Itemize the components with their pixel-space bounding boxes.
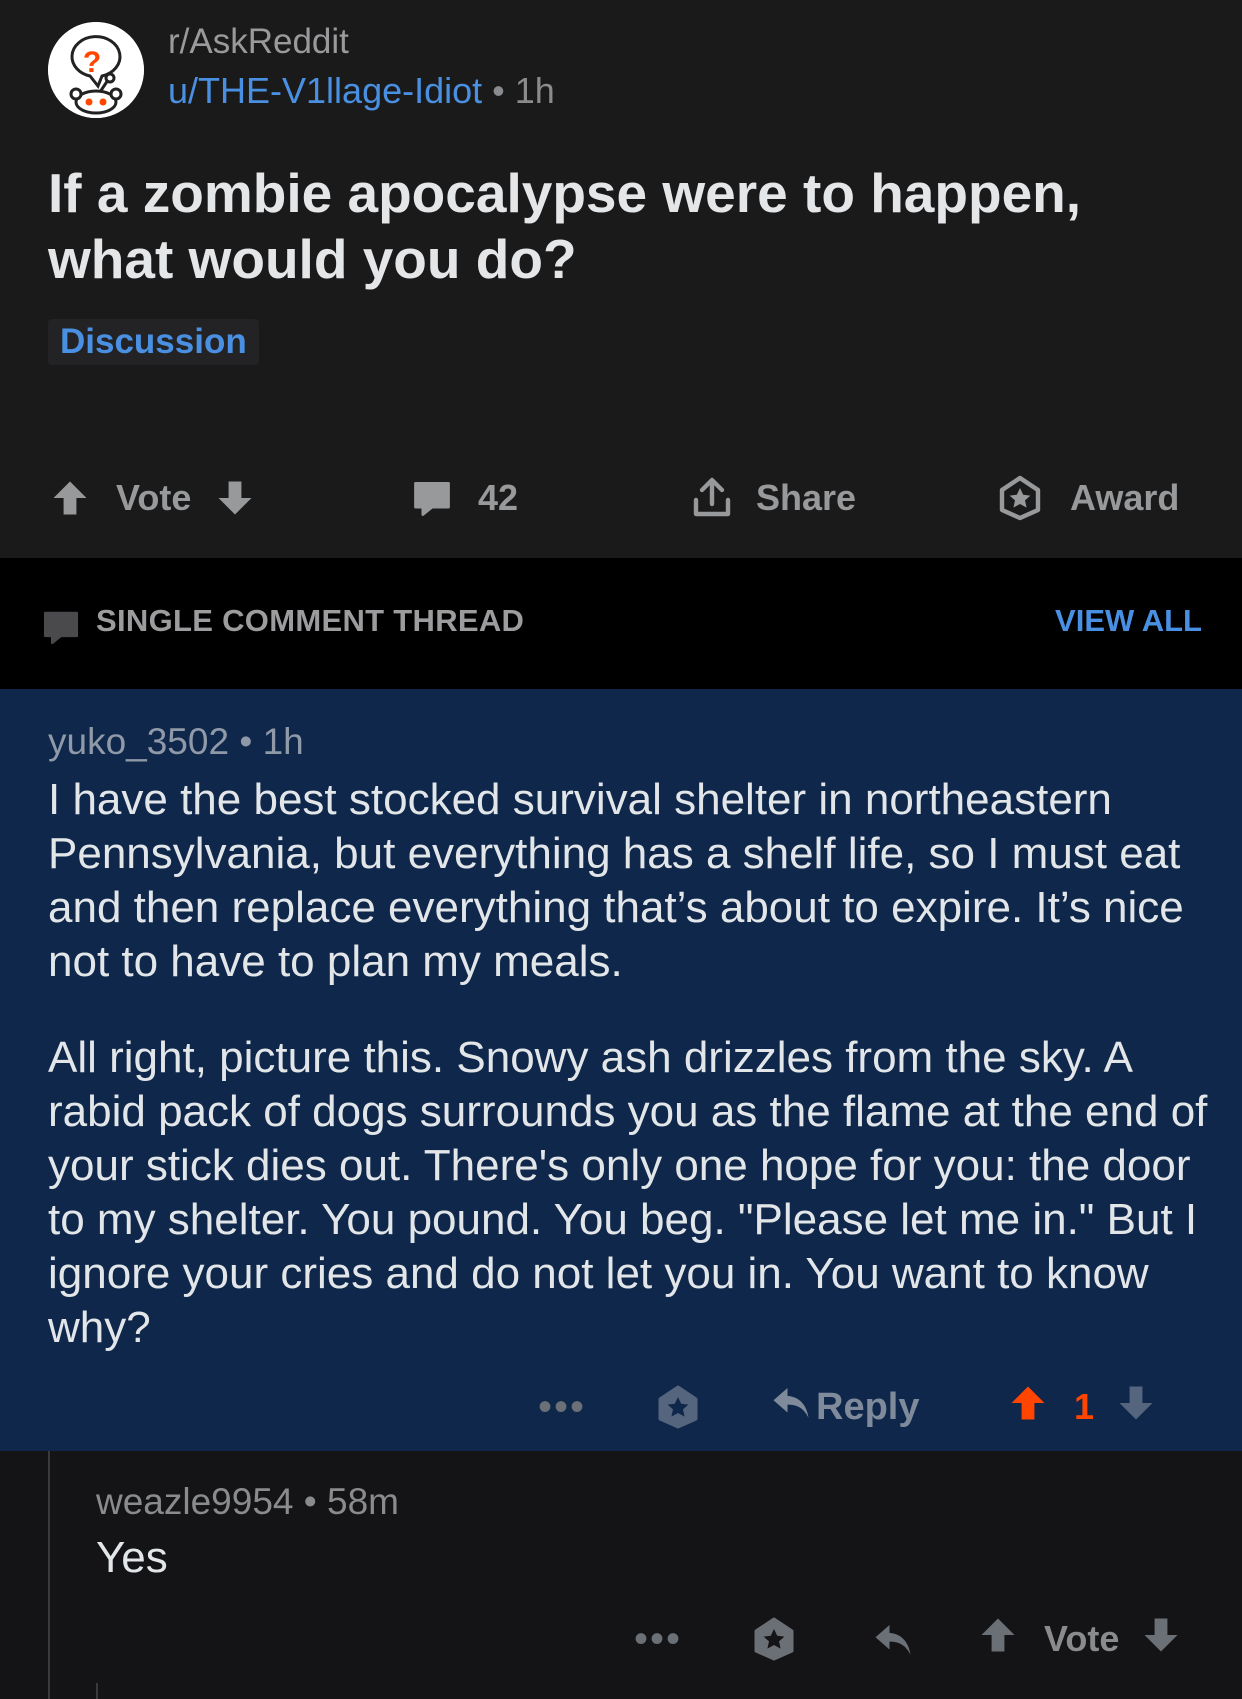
vote-control: Vote	[48, 470, 257, 526]
post-meta: u/THE-V1llage-Idiot • 1h	[168, 70, 555, 112]
upvote-icon[interactable]	[1006, 1381, 1050, 1434]
thread-line[interactable]	[96, 1683, 98, 1699]
single-thread-bar: SINGLE COMMENT THREAD VIEW ALL	[0, 558, 1242, 689]
award-label: Award	[1070, 477, 1180, 518]
meta-separator: •	[229, 721, 263, 762]
reply-icon[interactable]	[872, 1618, 914, 1665]
post-action-bar: Vote 42 Share Award	[0, 470, 1242, 526]
comment-icon	[40, 606, 82, 653]
comment-score: 1	[1074, 1386, 1095, 1427]
reply-comment: weazle9954 • 58m Yes ••• Vote	[0, 1451, 1242, 1699]
comment-author[interactable]: weazle9954	[96, 1481, 293, 1522]
post-title: If a zombie apocalypse were to happen, w…	[48, 162, 1082, 290]
comments-button[interactable]: 42	[410, 470, 518, 526]
meta-separator: •	[482, 70, 515, 111]
comment-icon	[410, 476, 454, 520]
share-icon	[688, 474, 736, 522]
award-button[interactable]: Award	[996, 470, 1179, 526]
comment-action-bar: ••• Reply 1	[0, 1379, 1242, 1435]
share-label: Share	[756, 477, 857, 518]
downvote-icon[interactable]	[213, 476, 257, 520]
reply-icon	[770, 1381, 812, 1433]
comment-meta: weazle9954 • 58m	[96, 1481, 399, 1523]
vote-label: Vote	[116, 477, 192, 518]
downvote-icon[interactable]	[1139, 1613, 1183, 1666]
share-button[interactable]: Share	[688, 470, 856, 526]
more-options-icon[interactable]: •••	[538, 1379, 586, 1435]
comment-age: 1h	[262, 721, 304, 762]
askreddit-logo-icon: ?	[48, 22, 144, 118]
thread-label: SINGLE COMMENT THREAD	[96, 603, 525, 638]
post-flair[interactable]: Discussion	[48, 319, 259, 365]
reply-button[interactable]: Reply	[770, 1379, 919, 1435]
comment-action-bar: ••• Vote	[0, 1611, 1242, 1667]
comment-paragraph: All right, picture this. Snowy ash drizz…	[48, 1033, 1208, 1352]
comment-age: 58m	[327, 1481, 399, 1522]
subreddit-avatar[interactable]: ?	[48, 22, 144, 118]
highlighted-comment: yuko_3502 • 1h I have the best stocked s…	[0, 689, 1242, 1451]
svg-text:?: ?	[83, 46, 101, 79]
award-icon[interactable]	[750, 1615, 798, 1668]
view-all-link[interactable]: VIEW ALL	[1055, 603, 1202, 639]
meta-separator: •	[293, 1481, 327, 1522]
comment-body: Yes	[96, 1533, 168, 1582]
upvote-icon[interactable]	[976, 1613, 1020, 1666]
vote-label: Vote	[1044, 1618, 1120, 1659]
comment-author[interactable]: yuko_3502	[48, 721, 229, 762]
more-options-icon[interactable]: •••	[634, 1611, 682, 1667]
comment-body: I have the best stocked survival shelter…	[48, 773, 1218, 1397]
comment-vote-control: 1	[1006, 1379, 1158, 1435]
award-icon	[996, 474, 1044, 522]
downvote-icon[interactable]	[1114, 1381, 1158, 1434]
comment-count: 42	[478, 477, 519, 518]
post-card: ? r/AskReddit u/THE-V1llage-Idiot • 1h I…	[0, 0, 1242, 558]
post-age: 1h	[514, 70, 555, 111]
award-icon[interactable]	[654, 1383, 702, 1436]
reply-label: Reply	[816, 1385, 920, 1428]
comment-paragraph: I have the best stocked survival shelter…	[48, 775, 1184, 986]
post-author[interactable]: u/THE-V1llage-Idiot	[168, 70, 482, 111]
upvote-icon[interactable]	[48, 476, 92, 520]
reply-vote-control: Vote	[976, 1611, 1183, 1667]
subreddit-name[interactable]: r/AskReddit	[168, 22, 349, 62]
comment-meta: yuko_3502 • 1h	[48, 721, 304, 763]
